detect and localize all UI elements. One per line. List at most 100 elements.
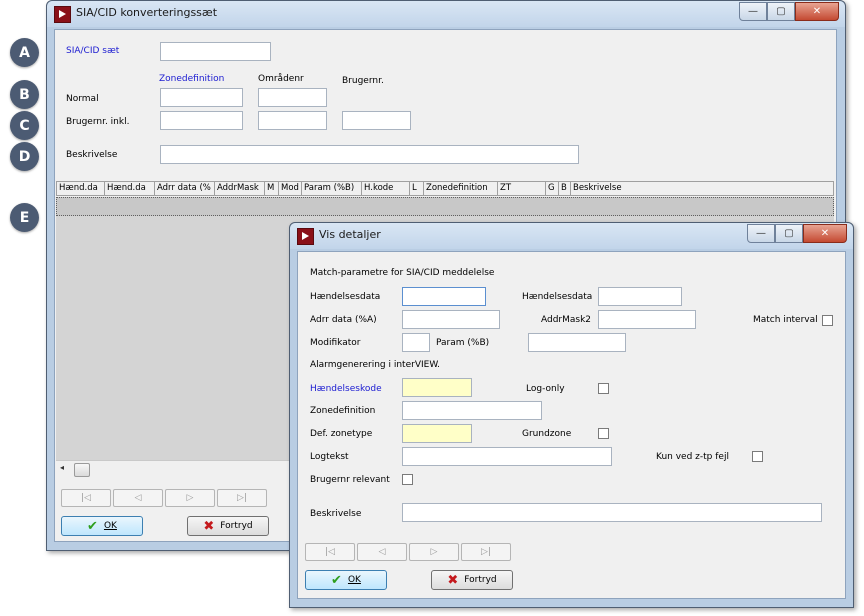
modifikator-input[interactable]: [402, 333, 430, 352]
brugernr-relevant-label: Brugernr relevant: [310, 475, 390, 485]
scroll-left-icon[interactable]: ◂: [60, 463, 64, 472]
column-header[interactable]: H.kode: [362, 182, 410, 195]
first-record-button[interactable]: |◁: [61, 489, 111, 507]
check-icon: ✔: [87, 518, 98, 534]
column-header[interactable]: B: [559, 182, 571, 195]
detail-titlebar[interactable]: Vis detaljer — ▢ ✕: [290, 223, 853, 249]
callout-a: A: [10, 38, 39, 67]
grundzone-label: Grundzone: [522, 429, 572, 439]
detail-ok-button[interactable]: ✔ OK: [305, 570, 387, 590]
prev-record-button[interactable]: ◁: [357, 543, 407, 561]
column-header[interactable]: Hænd.da: [105, 182, 155, 195]
addrmask2-input[interactable]: [598, 310, 696, 329]
col-omraadenr: Områdenr: [258, 74, 304, 84]
table-header: Hænd.da Hænd.da Adrr data (% AddrMask M …: [56, 181, 834, 196]
param-b-input[interactable]: [528, 333, 626, 352]
close-icon[interactable]: ✕: [795, 2, 839, 21]
brugernr-relevant-checkbox[interactable]: [402, 474, 413, 485]
sia-cid-set-label: SIA/CID sæt: [66, 46, 120, 56]
main-titlebar[interactable]: SIA/CID konverteringssæt — ▢ ✕: [47, 1, 845, 27]
def-zonetype-label: Def. zonetype: [310, 429, 373, 439]
haendelseskode-input[interactable]: [402, 378, 472, 397]
minimize-icon[interactable]: —: [739, 2, 767, 21]
detail-beskrivelse-label: Beskrivelse: [310, 509, 362, 519]
x-icon: ✖: [447, 572, 459, 588]
detail-cancel-button[interactable]: ✖ Fortryd: [431, 570, 513, 590]
cancel-label: Fortryd: [220, 521, 253, 531]
next-record-button[interactable]: ▷: [165, 489, 215, 507]
callout-d: D: [10, 142, 39, 171]
detail-window-controls: — ▢ ✕: [747, 224, 847, 243]
normal-zonedef-input[interactable]: [160, 88, 243, 107]
haendelsesdata2-label: Hændelsesdata: [522, 292, 593, 302]
main-window-controls: — ▢ ✕: [739, 2, 839, 21]
ok-button[interactable]: ✔ OK: [61, 516, 143, 536]
grundzone-checkbox[interactable]: [598, 428, 609, 439]
column-header[interactable]: L: [410, 182, 424, 195]
log-only-label: Log-only: [526, 384, 565, 394]
match-interval-label: Match interval: [753, 315, 818, 325]
ok-label: OK: [103, 521, 117, 531]
inkl-brugernr-input[interactable]: [342, 111, 411, 130]
column-header[interactable]: Beskrivelse: [571, 182, 651, 195]
col-zonedefinition: Zonedefinition: [159, 74, 225, 84]
table-row[interactable]: [56, 197, 834, 216]
kun-ved-label: Kun ved z-tp fejl: [656, 452, 729, 462]
column-header[interactable]: G: [546, 182, 559, 195]
haendelsesdata-label: Hændelsesdata: [310, 292, 381, 302]
match-interval-checkbox[interactable]: [822, 315, 833, 326]
callout-e: E: [10, 203, 39, 232]
close-icon[interactable]: ✕: [803, 224, 847, 243]
def-zonetype-input[interactable]: [402, 424, 472, 443]
column-header[interactable]: Mod: [279, 182, 302, 195]
logtekst-input[interactable]: [402, 447, 612, 466]
minimize-icon[interactable]: —: [747, 224, 775, 243]
first-record-button[interactable]: |◁: [305, 543, 355, 561]
kun-ved-checkbox[interactable]: [752, 451, 763, 462]
x-icon: ✖: [203, 518, 215, 534]
column-header[interactable]: Adrr data (%: [155, 182, 215, 195]
column-header[interactable]: Hænd.da: [57, 182, 105, 195]
log-only-checkbox[interactable]: [598, 383, 609, 394]
last-record-button[interactable]: ▷|: [217, 489, 267, 507]
column-header[interactable]: Param (%B): [302, 182, 362, 195]
detail-beskrivelse-input[interactable]: [402, 503, 822, 522]
horizontal-scrollbar[interactable]: ◂: [56, 460, 290, 477]
prev-record-button[interactable]: ◁: [113, 489, 163, 507]
next-record-button[interactable]: ▷: [409, 543, 459, 561]
inkl-zonedef-input[interactable]: [160, 111, 243, 130]
column-header[interactable]: M: [265, 182, 279, 195]
beskrivelse-input[interactable]: [160, 145, 579, 164]
detail-window-title: Vis detaljer: [319, 228, 381, 241]
check-icon: ✔: [331, 572, 342, 588]
haendelsesdata-input[interactable]: [402, 287, 486, 306]
logtekst-label: Logtekst: [310, 452, 349, 462]
col-brugernr: Brugernr.: [342, 76, 384, 86]
maximize-icon[interactable]: ▢: [767, 2, 795, 21]
row-normal-label: Normal: [66, 94, 99, 104]
zonedefinition-label: Zonedefinition: [310, 406, 376, 416]
haendelseskode-label: Hændelseskode: [310, 384, 382, 394]
zonedefinition-input[interactable]: [402, 401, 542, 420]
column-header[interactable]: Zonedefinition: [424, 182, 498, 195]
scroll-thumb[interactable]: [74, 463, 90, 477]
sia-cid-set-input[interactable]: [160, 42, 271, 61]
row-brugernr-inkl-label: Brugernr. inkl.: [66, 117, 130, 127]
modifikator-label: Modifikator: [310, 338, 361, 348]
last-record-button[interactable]: ▷|: [461, 543, 511, 561]
adrr-data-label: Adrr data (%A): [310, 315, 377, 325]
ok-label: OK: [347, 575, 361, 585]
cancel-button[interactable]: ✖ Fortryd: [187, 516, 269, 536]
main-window-title: SIA/CID konverteringssæt: [76, 6, 218, 19]
beskrivelse-label: Beskrivelse: [66, 150, 118, 160]
inkl-omraadenr-input[interactable]: [258, 111, 327, 130]
column-header[interactable]: ZT: [498, 182, 546, 195]
adrr-data-input[interactable]: [402, 310, 500, 329]
cancel-label: Fortryd: [464, 575, 497, 585]
normal-omraadenr-input[interactable]: [258, 88, 327, 107]
callout-b: B: [10, 80, 39, 109]
maximize-icon[interactable]: ▢: [775, 224, 803, 243]
section-alarm-label: Alarmgenerering i interVIEW.: [310, 360, 441, 370]
haendelsesdata2-input[interactable]: [598, 287, 682, 306]
column-header[interactable]: AddrMask: [215, 182, 265, 195]
